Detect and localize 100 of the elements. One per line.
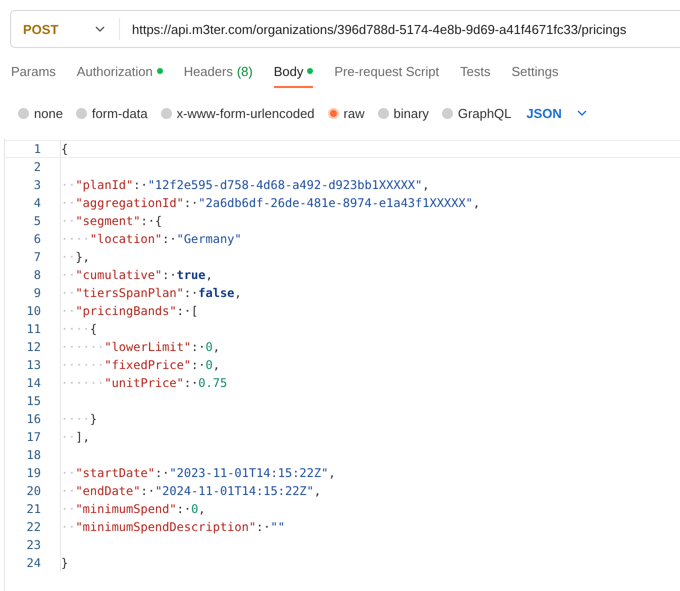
json-key: "planId" — [75, 178, 134, 192]
json-punctuation: :·[ — [176, 304, 198, 318]
request-tab[interactable]: Pre-request Script — [334, 64, 440, 88]
json-key: "cumulative" — [75, 268, 162, 282]
request-tab[interactable]: Authorization — [76, 64, 163, 88]
request-tab[interactable]: Settings — [511, 64, 558, 88]
line-number: 12 — [26, 340, 42, 354]
json-punctuation: :· — [184, 286, 198, 300]
json-key: "unitPrice" — [104, 376, 184, 390]
json-key: "startDate" — [75, 466, 155, 480]
line-number: 14 — [26, 376, 42, 390]
json-punctuation: :· — [154, 466, 170, 480]
whitespace-marker: ·· — [61, 304, 76, 318]
json-punctuation: , — [234, 286, 242, 300]
tab-count: (8) — [236, 64, 253, 79]
line-number: 9 — [32, 286, 42, 300]
json-string: "Germany" — [176, 232, 242, 246]
body-type-radio[interactable]: form-data — [76, 106, 148, 120]
whitespace-marker: ·· — [61, 196, 76, 210]
whitespace-marker: ···· — [61, 322, 90, 336]
line-number: 23 — [26, 538, 42, 552]
line-number: 3 — [32, 178, 42, 192]
line-number: 17 — [26, 430, 42, 444]
body-type-radio[interactable]: raw — [328, 106, 364, 120]
json-punctuation: }, — [75, 250, 90, 264]
json-punctuation: :· — [140, 484, 155, 498]
whitespace-marker: ······ — [61, 376, 104, 390]
whitespace-marker: ·· — [61, 466, 76, 480]
chevron-down-icon — [94, 25, 106, 33]
json-keyword: true — [176, 268, 206, 282]
whitespace-marker: ·· — [61, 214, 76, 228]
json-punctuation: , — [212, 358, 220, 372]
line-number: 2 — [32, 160, 42, 174]
json-punctuation: :· — [133, 178, 148, 192]
json-string: "2023-11-01T14:15:22Z" — [169, 466, 328, 480]
whitespace-marker: ·· — [61, 520, 76, 534]
json-punctuation: , — [206, 268, 213, 282]
whitespace-marker: ·· — [61, 178, 76, 192]
json-punctuation: :· — [184, 376, 198, 390]
line-number: 18 — [26, 448, 42, 462]
json-punctuation: :· — [191, 340, 206, 354]
whitespace-marker: ·· — [61, 502, 76, 516]
json-punctuation: { — [90, 322, 98, 336]
whitespace-marker: ···· — [61, 232, 90, 246]
line-number: 19 — [26, 466, 42, 480]
json-punctuation: :·{ — [140, 214, 162, 228]
json-key: "minimumSpend" — [75, 502, 177, 516]
json-key: "endDate" — [75, 484, 140, 498]
line-number: 22 — [26, 520, 42, 534]
line-number: 13 — [26, 358, 42, 372]
json-punctuation: , — [198, 502, 206, 516]
json-punctuation: ], — [75, 430, 90, 444]
request-tab[interactable]: Headers (8) — [184, 64, 253, 88]
json-number: 0 — [191, 502, 198, 516]
whitespace-marker: ·· — [61, 250, 76, 264]
json-punctuation: :· — [176, 502, 192, 516]
whitespace-marker: ·· — [61, 286, 76, 300]
json-key: "aggregationId" — [75, 196, 184, 210]
method-dropdown[interactable]: POST — [10, 10, 120, 48]
body-type-radio[interactable]: none — [18, 106, 63, 120]
json-key: "location" — [90, 232, 162, 246]
json-punctuation: } — [90, 412, 98, 426]
json-punctuation: , — [422, 178, 430, 192]
json-number: 0 — [206, 340, 213, 354]
whitespace-marker: ······ — [61, 340, 104, 354]
json-string: "2a6db6df-26de-481e-8974-e1a43f1XXXXX" — [198, 196, 473, 210]
json-key: "fixedPrice" — [104, 358, 192, 372]
whitespace-marker: ······ — [61, 358, 104, 372]
format-dropdown[interactable]: JSON — [524, 106, 588, 120]
line-number: 1 — [32, 142, 42, 156]
json-punctuation: , — [328, 466, 336, 480]
request-tab[interactable]: Params — [11, 64, 56, 88]
json-punctuation: :· — [162, 232, 177, 246]
json-key: "lowerLimit" — [104, 340, 192, 354]
request-tab[interactable]: Body — [274, 64, 314, 88]
json-punctuation: :· — [256, 520, 271, 534]
line-number: 10 — [26, 304, 42, 318]
json-number: 0.75 — [198, 376, 228, 390]
json-key: "tiersSpanPlan" — [75, 286, 184, 300]
body-type-radio[interactable]: x-www-form-urlencoded — [160, 106, 315, 120]
request-tab[interactable]: Tests — [460, 64, 490, 88]
line-number: 4 — [32, 196, 42, 210]
body-type-radio[interactable]: binary — [378, 106, 429, 120]
json-punctuation: :· — [162, 268, 177, 282]
line-number: 21 — [26, 502, 42, 516]
body-type-radio[interactable]: GraphQL — [442, 106, 512, 120]
json-punctuation: } — [61, 556, 68, 570]
json-key: "minimumSpendDescription" — [75, 520, 256, 534]
json-string: "12f2e595-d758-4d68-a492-d923bb1XXXXX" — [148, 178, 422, 192]
line-number: 5 — [32, 214, 42, 228]
line-number: 15 — [26, 394, 42, 408]
whitespace-marker: ·· — [61, 430, 76, 444]
url-field[interactable]: https://api.m3ter.com/organizations/396d788d-5174-4e8b-9d69-a41f4671fc33/pricings — [120, 10, 680, 48]
whitespace-marker: ·· — [61, 268, 76, 282]
json-punctuation: , — [212, 340, 220, 354]
json-punctuation: :· — [191, 358, 206, 372]
chevron-down-icon — [576, 109, 588, 117]
line-number: 16 — [26, 412, 42, 426]
line-number: 24 — [26, 556, 42, 570]
json-number: 0 — [206, 358, 213, 372]
